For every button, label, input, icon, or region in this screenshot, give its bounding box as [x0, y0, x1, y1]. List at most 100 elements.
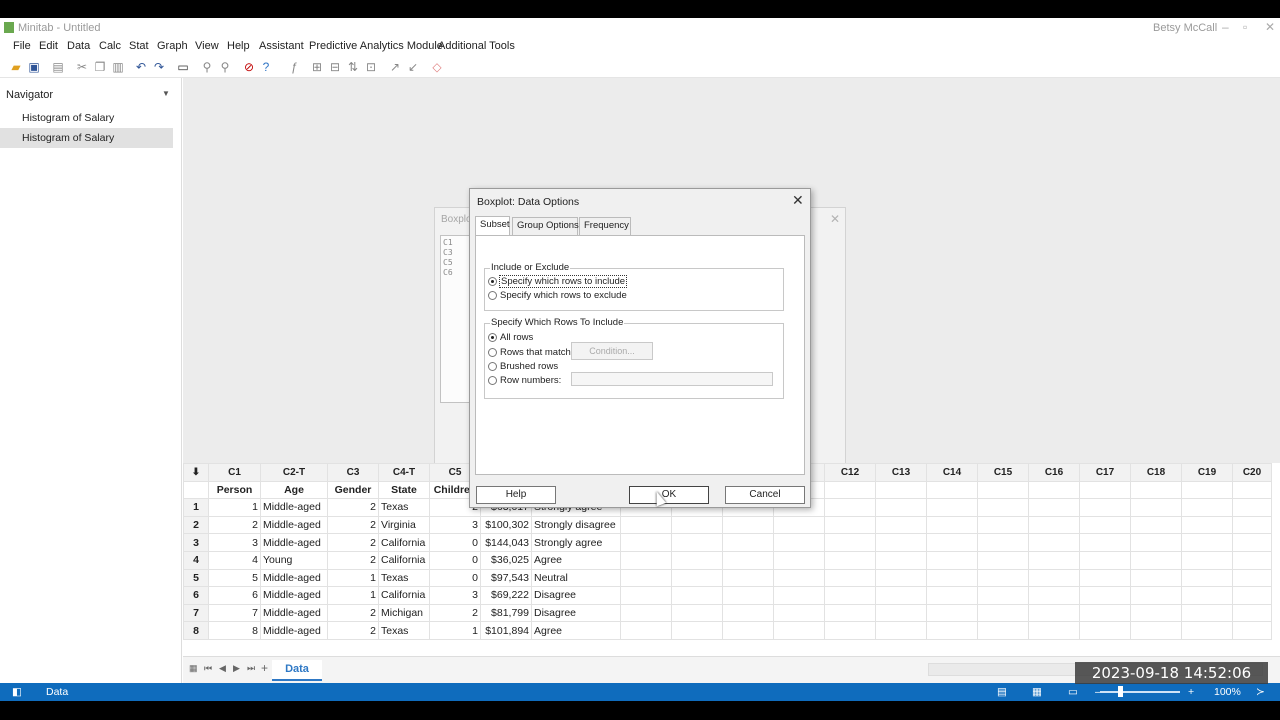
radio-dot[interactable]	[488, 277, 497, 286]
data-cell[interactable]	[977, 586, 1029, 605]
data-cell[interactable]	[926, 586, 978, 605]
data-cell[interactable]: Middle-aged	[260, 621, 328, 640]
data-cell[interactable]	[1130, 550, 1182, 570]
insert-rows-icon[interactable]: ⊞	[310, 60, 324, 74]
data-cell[interactable]	[1181, 550, 1233, 570]
data-cell[interactable]: Middle-aged	[260, 515, 328, 535]
eraser-icon[interactable]: ◇	[430, 60, 444, 74]
data-cell[interactable]	[722, 550, 774, 570]
data-cell[interactable]	[1232, 515, 1272, 535]
column-id[interactable]: C1	[208, 463, 261, 482]
data-cell[interactable]	[824, 515, 876, 535]
cancel-button[interactable]: Cancel	[725, 486, 805, 504]
data-cell[interactable]: $81,799	[480, 603, 532, 623]
data-cell[interactable]	[1130, 498, 1182, 517]
row-number[interactable]: 5	[183, 568, 209, 588]
data-cell[interactable]	[671, 621, 723, 640]
new-window-icon[interactable]: ▭	[176, 60, 190, 74]
worksheet-view-icon[interactable]: ▤	[997, 686, 1007, 698]
data-cell[interactable]	[620, 568, 672, 588]
variable-item[interactable]: C6	[443, 268, 469, 278]
data-cell[interactable]	[1079, 621, 1131, 640]
column-name-cell[interactable]	[875, 480, 927, 500]
data-cell[interactable]	[926, 568, 978, 588]
data-cell[interactable]	[977, 621, 1029, 640]
data-cell[interactable]: $144,043	[480, 533, 532, 552]
undo-icon[interactable]: ↶	[134, 60, 148, 74]
data-cell[interactable]	[1130, 586, 1182, 605]
column-name-cell[interactable]	[926, 480, 978, 500]
radio-dot[interactable]	[488, 348, 497, 357]
data-cell[interactable]	[977, 568, 1029, 588]
data-cell[interactable]: Disagree	[531, 586, 621, 605]
move-columns-icon[interactable]: ⇅	[346, 60, 360, 74]
data-cell[interactable]: 8	[208, 621, 261, 640]
data-cell[interactable]: Middle-aged	[260, 568, 328, 588]
data-cell[interactable]	[977, 533, 1029, 552]
data-cell[interactable]: Middle-aged	[260, 603, 328, 623]
data-cell[interactable]: Strongly agree	[531, 533, 621, 552]
data-cell[interactable]: $36,025	[480, 550, 532, 570]
data-cell[interactable]	[1181, 621, 1233, 640]
data-cell[interactable]: Agree	[531, 550, 621, 570]
data-cell[interactable]: Agree	[531, 621, 621, 640]
data-cell[interactable]	[1079, 568, 1131, 588]
minimize-button[interactable]: –	[1222, 20, 1229, 34]
column-id[interactable]: C16	[1028, 463, 1080, 482]
tab-subset[interactable]: Subset	[475, 216, 510, 235]
close-icon[interactable]: ✕	[792, 192, 804, 209]
data-cell[interactable]	[1232, 533, 1272, 552]
last-sheet-icon[interactable]: ⏭	[247, 663, 255, 674]
data-cell[interactable]	[773, 621, 825, 640]
data-cell[interactable]: 2	[327, 533, 379, 552]
data-cell[interactable]	[977, 603, 1029, 623]
data-cell[interactable]	[926, 533, 978, 552]
find-icon[interactable]: ⚲	[200, 60, 214, 74]
data-cell[interactable]: Middle-aged	[260, 533, 328, 552]
data-cell[interactable]	[773, 533, 825, 552]
data-cell[interactable]	[1079, 586, 1131, 605]
data-cell[interactable]	[1181, 586, 1233, 605]
data-cell[interactable]: 2	[327, 550, 379, 570]
data-cell[interactable]	[1028, 498, 1080, 517]
data-cell[interactable]: $101,894	[480, 621, 532, 640]
column-id[interactable]: C12	[824, 463, 876, 482]
cut-icon[interactable]: ✂	[75, 60, 89, 74]
page-view-icon[interactable]: ▭	[1068, 686, 1078, 698]
data-cell[interactable]	[1028, 568, 1080, 588]
first-sheet-icon[interactable]: ⏮	[204, 663, 212, 674]
data-cell[interactable]	[1181, 603, 1233, 623]
data-cell[interactable]: California	[378, 586, 430, 605]
redo-icon[interactable]: ↷	[152, 60, 166, 74]
data-cell[interactable]	[722, 533, 774, 552]
data-cell[interactable]: 3	[429, 586, 481, 605]
data-cell[interactable]: $69,222	[480, 586, 532, 605]
data-cell[interactable]: 0	[429, 533, 481, 552]
condition-button[interactable]: Condition...	[571, 342, 653, 360]
column-name-cell[interactable]	[1181, 480, 1233, 500]
data-cell[interactable]	[875, 603, 927, 623]
data-cell[interactable]: 3	[208, 533, 261, 552]
data-cell[interactable]	[1079, 498, 1131, 517]
data-cell[interactable]	[671, 586, 723, 605]
data-cell[interactable]	[620, 515, 672, 535]
radio-dot[interactable]	[488, 362, 497, 371]
sheet-list-icon[interactable]: ▦	[189, 663, 198, 674]
menu-view[interactable]: View	[195, 40, 219, 52]
brush-icon[interactable]: ↗	[388, 60, 402, 74]
menu-graph[interactable]: Graph	[157, 40, 188, 52]
ok-button[interactable]: OK	[629, 486, 709, 504]
menu-additional-tools[interactable]: Additional Tools	[438, 40, 515, 52]
column-id[interactable]: C4-T	[378, 463, 430, 482]
data-cell[interactable]: Virginia	[378, 515, 430, 535]
column-id[interactable]: C14	[926, 463, 978, 482]
data-cell[interactable]	[1181, 515, 1233, 535]
panel-toggle-icon[interactable]: ◧	[12, 686, 22, 698]
data-cell[interactable]	[671, 603, 723, 623]
data-cell[interactable]: California	[378, 533, 430, 552]
data-cell[interactable]	[1079, 550, 1131, 570]
cancel-icon[interactable]: ⊘	[242, 60, 256, 74]
variable-item[interactable]: C3	[443, 248, 469, 258]
close-icon[interactable]: ✕	[830, 212, 840, 226]
data-cell[interactable]	[875, 515, 927, 535]
